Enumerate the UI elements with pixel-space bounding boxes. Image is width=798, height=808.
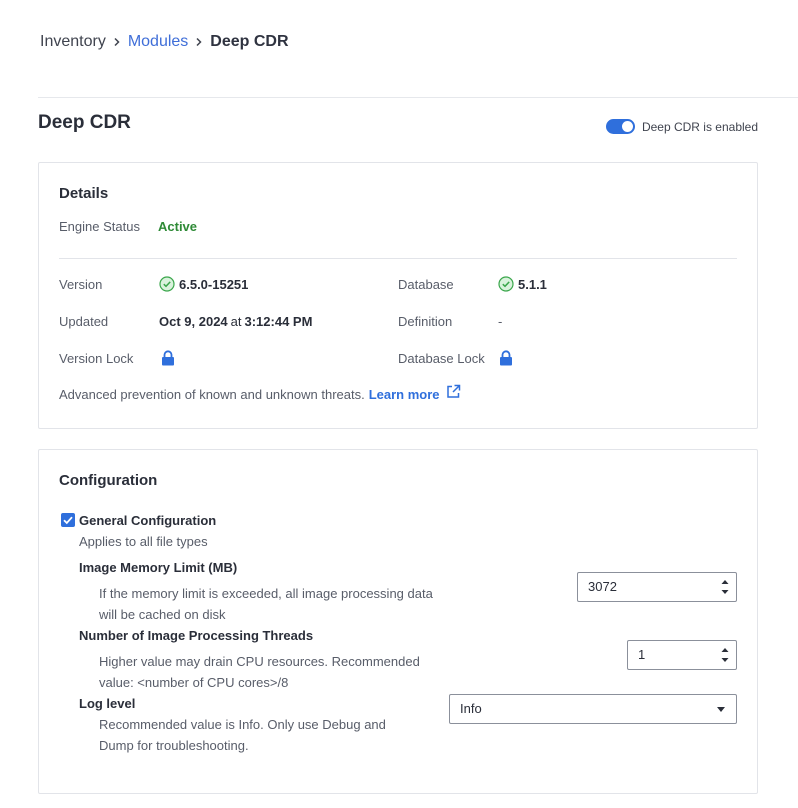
breadcrumb-current: Deep CDR	[210, 33, 289, 50]
page-title: Deep CDR	[38, 112, 131, 133]
log-level-value: Info	[460, 701, 482, 716]
breadcrumb-inventory[interactable]: Inventory	[40, 33, 106, 51]
threads-value: 1	[638, 647, 646, 662]
check-circle-icon	[498, 276, 514, 292]
caret-down-icon	[717, 707, 725, 712]
engine-status-value: Active	[158, 219, 198, 234]
memory-limit-title: Image Memory Limit (MB)	[79, 560, 238, 575]
updated-label: Updated	[59, 314, 109, 329]
version-lock-label: Version Lock	[59, 351, 134, 366]
definition-value: -	[498, 314, 503, 329]
general-config-checkbox[interactable]	[61, 513, 75, 527]
log-help-line2: Dump for troubleshooting.	[99, 738, 249, 753]
database-value-group: 5.1.1	[498, 276, 547, 292]
memory-limit-value: 3072	[588, 579, 617, 594]
database-value: 5.1.1	[518, 276, 547, 292]
memory-help-line2: will be cached on disk	[99, 607, 226, 622]
definition-label: Definition	[398, 314, 453, 329]
log-level-select[interactable]: Info	[449, 694, 737, 724]
threads-help: Higher value may drain CPU resources. Re…	[99, 651, 459, 693]
chevron-right-icon	[106, 34, 128, 50]
version-label: Version	[59, 277, 103, 292]
details-title: Details	[59, 185, 109, 202]
memory-help-line1: If the memory limit is exceeded, all ima…	[99, 586, 433, 601]
chevron-right-icon	[188, 34, 210, 50]
configuration-card: Configuration General Configuration Appl…	[38, 449, 758, 794]
toggle-label: Deep CDR is enabled	[641, 119, 758, 134]
updated-time: 3:12:44 PM	[244, 314, 313, 329]
enable-toggle-group: Deep CDR is enabled	[605, 119, 758, 134]
toggle-knob	[621, 121, 633, 132]
updated-at: at	[230, 314, 242, 329]
updated-date: Oct 9, 2024	[159, 314, 228, 329]
version-value: 6.5.0-15251	[179, 276, 249, 292]
memory-limit-help: If the memory limit is exceeded, all ima…	[99, 583, 459, 625]
database-label: Database	[398, 277, 454, 292]
learn-more-link[interactable]: Learn more	[369, 387, 440, 402]
spinner-arrows-icon[interactable]	[720, 644, 730, 666]
description-text: Advanced prevention of known and unknown…	[59, 387, 365, 402]
updated-value: Oct 9, 2024 at 3:12:44 PM	[159, 314, 312, 329]
lock-icon[interactable]	[161, 350, 175, 366]
threads-help-line2: value: <number of CPU cores>/8	[99, 675, 289, 690]
details-card: Details Engine Status Active Version 6.5…	[38, 162, 758, 429]
general-config-subtitle: Applies to all file types	[79, 534, 208, 549]
external-link-icon[interactable]	[446, 384, 461, 399]
memory-limit-input[interactable]: 3072	[577, 572, 737, 602]
engine-status-label: Engine Status	[59, 219, 140, 234]
checkbox-checked-icon	[63, 516, 73, 525]
threads-title: Number of Image Processing Threads	[79, 628, 314, 643]
details-divider	[59, 258, 737, 259]
spinner-arrows-icon[interactable]	[720, 576, 730, 598]
breadcrumb: Inventory Modules Deep CDR	[40, 32, 289, 52]
threads-help-line1: Higher value may drain CPU resources. Re…	[99, 654, 420, 669]
log-level-help: Recommended value is Info. Only use Debu…	[99, 714, 459, 756]
general-config-label[interactable]: General Configuration	[79, 513, 216, 528]
configuration-title: Configuration	[59, 472, 158, 489]
check-circle-icon	[159, 276, 175, 292]
log-help-line1: Recommended value is Info. Only use Debu…	[99, 717, 386, 732]
lock-icon[interactable]	[499, 350, 513, 366]
database-lock-label: Database Lock	[398, 351, 485, 366]
log-level-title: Log level	[79, 696, 136, 711]
threads-input[interactable]: 1	[627, 640, 737, 670]
version-value-group: 6.5.0-15251	[159, 276, 248, 292]
enable-toggle[interactable]	[605, 119, 635, 134]
header-divider	[38, 97, 798, 98]
breadcrumb-modules[interactable]: Modules	[128, 33, 188, 51]
module-description: Advanced prevention of known and unknown…	[59, 384, 461, 402]
